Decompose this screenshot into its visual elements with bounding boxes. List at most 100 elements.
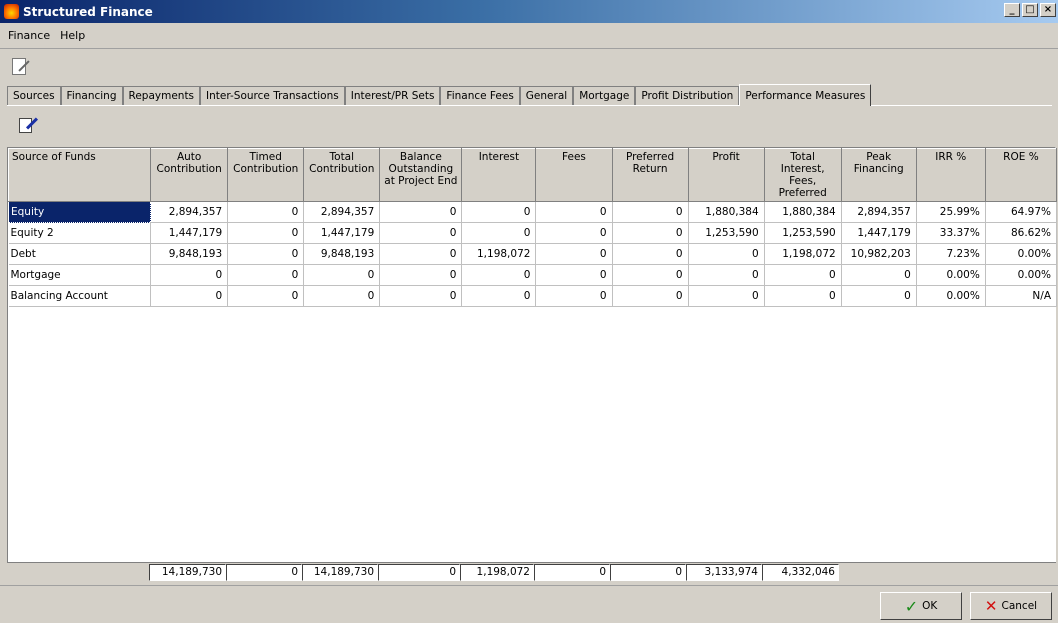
minimize-button[interactable]: _ (1004, 3, 1020, 17)
col-source-of-funds[interactable]: Source of Funds (7, 148, 152, 202)
cell[interactable]: 2,894,357 (150, 201, 229, 223)
cell[interactable]: 0 (379, 222, 463, 244)
col-roe[interactable]: ROE % (984, 148, 1058, 202)
col-balance-outstanding[interactable]: Balance Outstanding at Project End (379, 148, 463, 202)
menu-finance[interactable]: Finance (4, 29, 56, 42)
col-peak-financing[interactable]: Peak Financing (840, 148, 917, 202)
cell[interactable]: 1,198,072 (764, 243, 842, 265)
col-timed-contribution[interactable]: Timed Contribution (227, 148, 305, 202)
cell[interactable]: 1,880,384 (688, 201, 765, 223)
tab-profit-distribution[interactable]: Profit Distribution (635, 86, 740, 105)
performance-grid[interactable]: Source of Funds Auto Contribution Timed … (7, 147, 1058, 581)
cell[interactable]: 7.23% (916, 243, 986, 265)
col-total-interest-fees-preferred[interactable]: Total Interest, Fees, Preferred (763, 148, 842, 202)
cell[interactable]: 10,982,203 (841, 243, 917, 265)
cell[interactable]: 0 (764, 285, 842, 307)
cell[interactable]: 9,848,193 (303, 243, 381, 265)
tab-inter-source-transactions[interactable]: Inter-Source Transactions (200, 86, 345, 105)
cell[interactable]: 0 (227, 201, 305, 223)
cell[interactable]: 0 (379, 285, 463, 307)
tab-repayments[interactable]: Repayments (122, 86, 201, 105)
cell[interactable]: 0.00% (985, 243, 1058, 265)
tab-finance-fees[interactable]: Finance Fees (440, 86, 520, 105)
cell[interactable]: 25.99% (916, 201, 986, 223)
cell[interactable]: 0 (535, 222, 613, 244)
cell[interactable]: N/A (985, 285, 1058, 307)
cell-source[interactable]: Balancing Account (8, 285, 152, 307)
cell[interactable]: 0 (461, 285, 537, 307)
cell[interactable]: 2,894,357 (841, 201, 917, 223)
cell[interactable]: 1,447,179 (150, 222, 229, 244)
maximize-button[interactable]: □ (1022, 3, 1038, 17)
cell[interactable]: 0 (688, 264, 765, 286)
cell[interactable]: 0 (688, 285, 765, 307)
edit-icon[interactable] (16, 115, 39, 137)
cell[interactable]: 0.00% (985, 264, 1058, 286)
cell[interactable]: 33.37% (916, 222, 986, 244)
cell[interactable]: 0.00% (916, 285, 986, 307)
cell[interactable]: 0 (227, 285, 305, 307)
cell[interactable]: 0 (764, 264, 842, 286)
cell-source[interactable]: Debt (8, 243, 152, 265)
col-interest[interactable]: Interest (461, 148, 537, 202)
cell[interactable]: 0 (612, 264, 689, 286)
cell-source[interactable]: Equity 2 (8, 222, 152, 244)
tab-interest-pr-sets[interactable]: Interest/PR Sets (344, 86, 441, 105)
cell[interactable]: 0 (535, 285, 613, 307)
table-row[interactable]: Balancing Account 0 0 0 0 0 0 0 0 0 0 0.… (8, 285, 1058, 307)
col-irr[interactable]: IRR % (915, 148, 986, 202)
cell[interactable]: 0 (841, 264, 917, 286)
cell[interactable]: 0 (535, 201, 613, 223)
cell[interactable]: 9,848,193 (150, 243, 229, 265)
table-row[interactable]: Mortgage 0 0 0 0 0 0 0 0 0 0 0.00% 0.00% (8, 264, 1058, 286)
table-row[interactable]: Debt 9,848,193 0 9,848,193 0 1,198,072 0… (8, 243, 1058, 265)
cell[interactable]: 1,880,384 (764, 201, 842, 223)
cell[interactable]: 0 (379, 201, 463, 223)
tab-general[interactable]: General (519, 86, 574, 105)
cell[interactable]: 0 (379, 264, 463, 286)
cell[interactable]: 1,447,179 (303, 222, 381, 244)
cell[interactable]: 0 (461, 264, 537, 286)
cell[interactable]: 0 (227, 243, 305, 265)
cell[interactable]: 0.00% (916, 264, 986, 286)
tab-financing[interactable]: Financing (60, 86, 123, 105)
col-total-contribution[interactable]: Total Contribution (303, 148, 381, 202)
tab-performance-measures[interactable]: Performance Measures (739, 84, 872, 106)
cell[interactable]: 0 (535, 243, 613, 265)
cell[interactable]: 0 (612, 243, 689, 265)
edit-notes-icon[interactable] (12, 57, 26, 75)
cancel-button[interactable]: ✕ Cancel (970, 592, 1052, 620)
cell[interactable]: 0 (612, 222, 689, 244)
cell[interactable]: 0 (150, 285, 229, 307)
cell[interactable]: 1,198,072 (461, 243, 537, 265)
menu-help[interactable]: Help (56, 29, 91, 42)
cell[interactable]: 1,253,590 (688, 222, 765, 244)
cell[interactable]: 0 (535, 264, 613, 286)
cell[interactable]: 0 (612, 201, 689, 223)
col-auto-contribution[interactable]: Auto Contribution (150, 148, 229, 202)
cell[interactable]: 1,253,590 (764, 222, 842, 244)
tab-sources[interactable]: Sources (7, 86, 61, 105)
cell[interactable]: 0 (461, 222, 537, 244)
cell[interactable]: 1,447,179 (841, 222, 917, 244)
col-preferred-return[interactable]: Preferred Return (611, 148, 689, 202)
cell[interactable]: 0 (461, 201, 537, 223)
cell[interactable]: 0 (379, 243, 463, 265)
cell-source[interactable]: Mortgage (8, 264, 152, 286)
cell[interactable]: 0 (612, 285, 689, 307)
cell[interactable]: 0 (303, 264, 381, 286)
cell[interactable]: 64.97% (985, 201, 1058, 223)
cell-source[interactable]: Equity (7, 201, 152, 223)
tab-mortgage[interactable]: Mortgage (573, 86, 636, 105)
cell[interactable]: 0 (303, 285, 381, 307)
cell[interactable]: 0 (688, 243, 765, 265)
cell[interactable]: 0 (227, 264, 305, 286)
cell[interactable]: 2,894,357 (303, 201, 381, 223)
col-fees[interactable]: Fees (535, 148, 613, 202)
cell[interactable]: 0 (841, 285, 917, 307)
cell[interactable]: 86.62% (985, 222, 1058, 244)
ok-button[interactable]: ✓ OK (880, 592, 962, 620)
cell[interactable]: 0 (227, 222, 305, 244)
table-row[interactable]: Equity 2 1,447,179 0 1,447,179 0 0 0 0 1… (8, 222, 1058, 244)
cell[interactable]: 0 (150, 264, 229, 286)
